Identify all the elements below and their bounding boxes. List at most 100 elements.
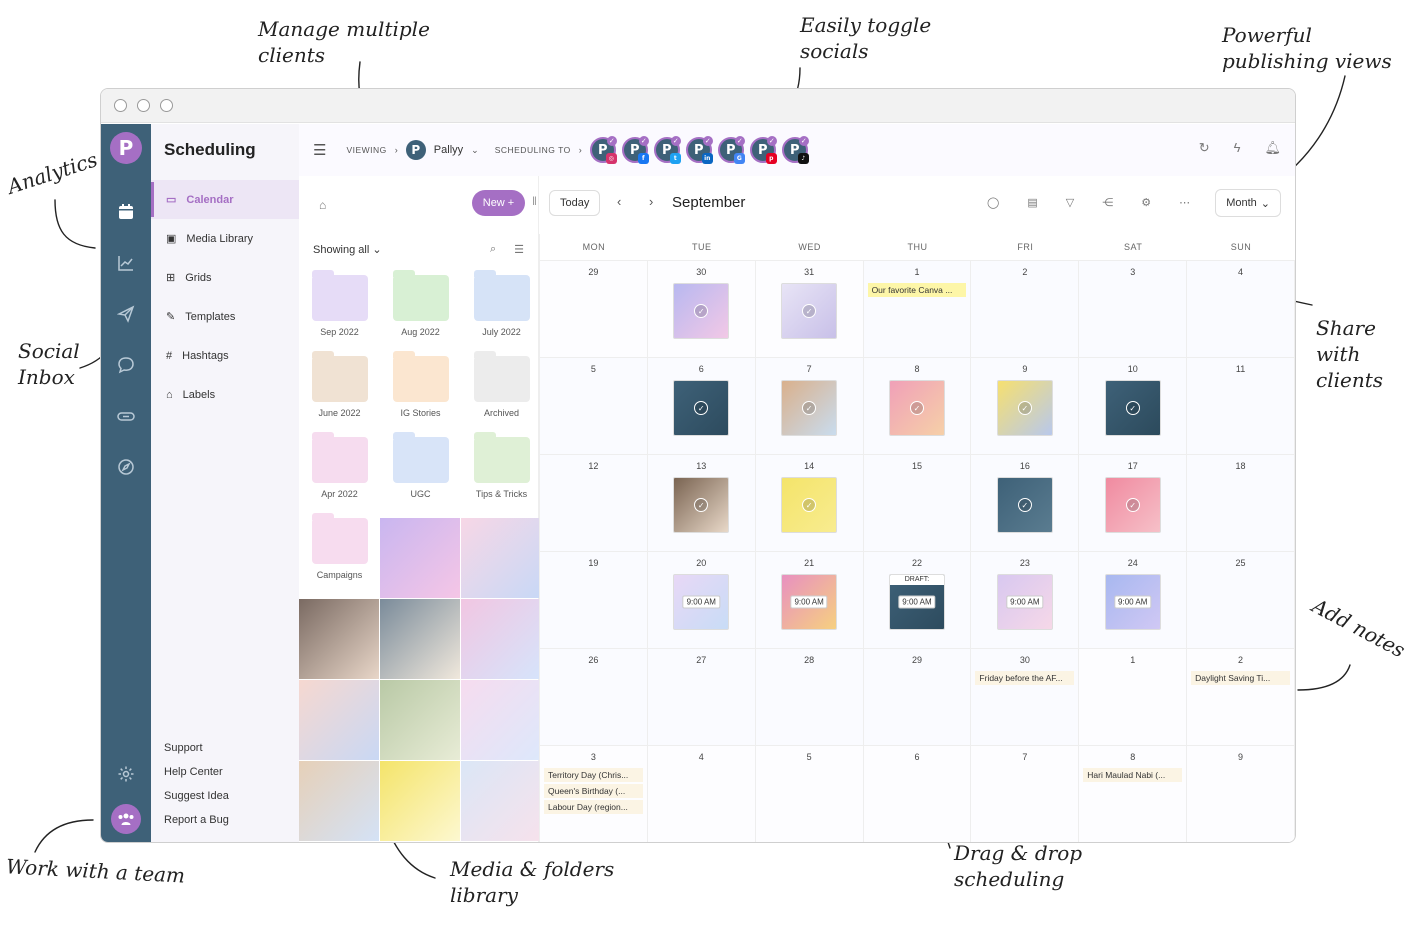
media-thumbnail[interactable] (299, 761, 379, 841)
calendar-day[interactable]: 5 (755, 745, 864, 842)
social-toggle-pinterest[interactable]: P ✓ p (749, 136, 777, 164)
support-link[interactable]: Support (164, 736, 229, 760)
share-icon[interactable]: ⋲ (1102, 196, 1113, 209)
link-icon[interactable] (108, 398, 144, 434)
compass-icon[interactable] (108, 449, 144, 485)
scheduled-post[interactable]: ✓ (781, 283, 838, 339)
calendar-note[interactable]: Daylight Saving Ti... (1191, 671, 1290, 685)
send-icon[interactable] (108, 296, 144, 332)
media-thumbnail[interactable] (299, 842, 379, 843)
calendar-day[interactable]: 25 (1187, 551, 1295, 648)
calendar-day[interactable]: 27 (647, 648, 756, 745)
scheduled-post[interactable]: ✓ (781, 477, 838, 533)
social-toggle-tiktok[interactable]: P ✓ ♪ (781, 136, 809, 164)
calendar-day[interactable]: 6 ✓ (647, 357, 756, 454)
folder-item[interactable]: July 2022 (461, 269, 542, 350)
media-thumbnail[interactable] (461, 761, 541, 841)
window-minimize-button[interactable] (137, 99, 150, 112)
more-icon[interactable]: ⋯ (1179, 196, 1190, 209)
social-toggle-google-business[interactable]: P ✓ G (717, 136, 745, 164)
calendar-day[interactable]: 18 (1187, 454, 1295, 551)
calendar-day[interactable]: 24 9:00 AM (1079, 551, 1188, 648)
calendar-day[interactable]: 12 (540, 454, 648, 551)
calendar-day[interactable]: 30 Friday before the AF... (971, 648, 1080, 745)
calendar-day[interactable]: 21 9:00 AM (755, 551, 864, 648)
calendar-note[interactable]: Queen's Birthday (... (544, 784, 643, 798)
scheduled-post[interactable]: 9:00 AM (673, 574, 730, 630)
bell-icon[interactable]: 🔔︎ (1264, 140, 1281, 156)
calendar-day[interactable]: 10 ✓ (1079, 357, 1188, 454)
calendar-day[interactable]: 14 ✓ (755, 454, 864, 551)
scheduled-post[interactable]: ✓ (1104, 380, 1161, 436)
calendar-day[interactable]: 23 9:00 AM (971, 551, 1080, 648)
calendar-day[interactable]: 3 (1079, 260, 1188, 357)
calendar-day[interactable]: 20 9:00 AM (647, 551, 756, 648)
folder-item[interactable]: IG Stories (380, 350, 461, 431)
calendar-day[interactable]: 7 (971, 745, 1080, 842)
calendar-day[interactable]: 8 Hari Maulad Nabi (... (1079, 745, 1188, 842)
folder-item[interactable]: Archived (461, 350, 542, 431)
media-thumbnail[interactable] (461, 680, 541, 760)
scheduled-post[interactable]: ✓ (996, 380, 1053, 436)
folder-item[interactable]: UGC (380, 431, 461, 512)
calendar-day[interactable]: 3 Territory Day (Chris... Queen's Birthday… (540, 745, 648, 842)
scheduled-post[interactable]: 9:00 AM (996, 574, 1053, 630)
folder-item[interactable]: Tips & Tricks (461, 431, 542, 512)
scheduled-post[interactable]: ✓ (888, 380, 945, 436)
calendar-day[interactable]: 9 ✓ (971, 357, 1080, 454)
calendar-day[interactable]: 4 (647, 745, 756, 842)
calendar-day[interactable]: 26 (540, 648, 648, 745)
search-icon[interactable]: ⌕ (490, 243, 496, 256)
menu-item-labels[interactable]: ⌂ Labels (151, 375, 299, 414)
calendar-day[interactable]: 19 (540, 551, 648, 648)
calendar-day[interactable]: 9 (1187, 745, 1295, 842)
menu-item-media-library[interactable]: ▣ Media Library (151, 219, 299, 258)
calendar-day[interactable]: 11 (1187, 357, 1295, 454)
calendar-note[interactable]: Hari Maulad Nabi (... (1083, 768, 1183, 782)
social-toggle-instagram[interactable]: P ✓ ◎ (589, 136, 617, 164)
list-icon[interactable]: ▤ (1027, 196, 1037, 209)
calendar-note[interactable]: Friday before the AF... (975, 671, 1075, 685)
calendar-day[interactable]: 7 ✓ (755, 357, 864, 454)
prev-month-button[interactable]: ‹ (617, 194, 621, 209)
calendar-day[interactable]: 16 ✓ (971, 454, 1080, 551)
calendar-day[interactable]: 31 ✓ (755, 260, 864, 357)
media-thumbnail[interactable] (380, 680, 460, 760)
media-thumbnail[interactable] (461, 599, 541, 679)
calendar-day[interactable]: 6 (863, 745, 972, 842)
calendar-note[interactable]: Territory Day (Chris... (544, 768, 643, 782)
calendar-icon[interactable] (108, 194, 144, 230)
calendar-note[interactable]: Labour Day (region... (544, 800, 643, 814)
folder-item[interactable]: June 2022 (299, 350, 380, 431)
folder-item[interactable]: Aug 2022 (380, 269, 461, 350)
client-avatar[interactable]: P (405, 140, 426, 160)
showing-all-dropdown[interactable]: Showing all ⌄ (313, 243, 382, 256)
calendar-day[interactable]: 15 (863, 454, 972, 551)
media-thumbnail[interactable] (380, 599, 460, 679)
calendar-note[interactable]: Our favorite Canva ... (867, 283, 967, 297)
help-center-link[interactable]: Help Center (164, 760, 229, 784)
scheduled-post[interactable]: 9:00 AM (781, 574, 838, 630)
hamburger-menu-icon[interactable]: ☰ (313, 141, 326, 159)
social-toggle-facebook[interactable]: P ✓ f (621, 136, 649, 164)
view-select[interactable]: Month ⌄ (1215, 189, 1281, 217)
folder-item[interactable]: Sep 2022 (299, 269, 380, 350)
calendar-day[interactable]: 8 ✓ (863, 357, 972, 454)
media-thumbnail[interactable] (299, 599, 379, 679)
calendar-day[interactable]: 4 (1187, 260, 1295, 357)
scheduled-post[interactable]: 9:00 AM (1104, 574, 1161, 630)
window-maximize-button[interactable] (160, 99, 173, 112)
calendar-day[interactable]: 1 Our favorite Canva ... (863, 260, 972, 357)
social-toggle-linkedin[interactable]: P ✓ in (685, 136, 713, 164)
media-thumbnail[interactable] (299, 680, 379, 760)
calendar-day[interactable]: 28 (755, 648, 864, 745)
media-thumbnail[interactable] (380, 761, 460, 841)
menu-item-hashtags[interactable]: # Hashtags (151, 336, 299, 375)
new-post-button[interactable]: New + (472, 190, 525, 216)
refresh-icon[interactable]: ↻ (1199, 140, 1210, 156)
folder-item[interactable]: Apr 2022 (299, 431, 380, 512)
scheduled-post[interactable]: DRAFT: 9:00 AM (888, 574, 945, 630)
menu-item-templates[interactable]: ✎ Templates (151, 297, 299, 336)
menu-item-calendar[interactable]: ▭ Calendar (151, 180, 299, 219)
filter-icon[interactable]: ▽ (1066, 196, 1074, 209)
